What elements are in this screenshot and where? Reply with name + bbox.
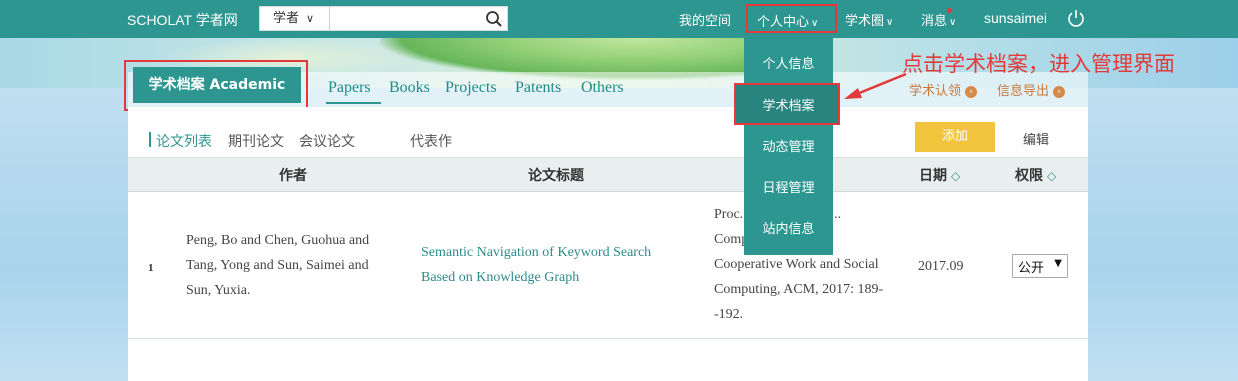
power-icon[interactable] <box>1066 8 1086 28</box>
tab-patents[interactable]: Patents <box>515 79 561 97</box>
search-box: 学者 ∨ <box>259 6 508 31</box>
annotation-text: 点击学术档案，进入管理界面 <box>902 52 1175 76</box>
subtab-indicator <box>149 132 151 147</box>
export-link[interactable]: 信息导出 › <box>997 80 1066 99</box>
tab-papers[interactable]: Papers <box>328 79 371 97</box>
column-header-permission-label: 权限 <box>1015 168 1043 184</box>
column-header-title: 论文标题 <box>528 168 584 184</box>
personal-center-dropdown: 个人信息 动态管理 日程管理 站内信息 <box>744 38 833 255</box>
sort-icon[interactable]: ◇ <box>1047 169 1056 183</box>
nav-my-space[interactable]: 我的空间 <box>679 10 731 29</box>
menu-item-personal-info[interactable]: 个人信息 <box>744 53 833 72</box>
add-button[interactable]: 添加 <box>915 122 995 152</box>
search-input[interactable] <box>331 7 481 30</box>
notification-dot <box>947 8 952 13</box>
tab-projects[interactable]: Projects <box>445 79 497 97</box>
sort-icon[interactable]: ◇ <box>951 169 960 183</box>
subtab-representative[interactable]: 代表作 <box>410 131 452 151</box>
row-date: 2017.09 <box>918 259 964 274</box>
chevron-down-icon: ∨ <box>811 18 819 29</box>
menu-item-schedule-management[interactable]: 日程管理 <box>744 177 833 196</box>
column-header-permission[interactable]: 权限 ◇ <box>1015 165 1056 185</box>
menu-item-academic-archive[interactable]: 学术档案 <box>744 95 833 114</box>
permission-value: 公开 <box>1018 261 1045 276</box>
subtab-conference[interactable]: 会议论文 <box>299 131 355 151</box>
permission-select[interactable]: 公开 ▼ <box>1012 254 1068 278</box>
top-navigation-bar: SCHOLAT 学者网 学者 ∨ 我的空间 个人中心 ∨ 学术圈 ∨ 消息 ∨ sun… <box>0 0 1238 38</box>
column-header-author: 作者 <box>279 168 307 184</box>
search-type-select[interactable]: 学者 ∨ <box>260 7 330 30</box>
chevron-down-icon: ∨ <box>886 17 894 28</box>
annotation-arrow-icon <box>844 72 907 99</box>
column-header-date[interactable]: 日期 ◇ <box>919 165 960 185</box>
chevron-right-icon: › <box>1053 86 1066 98</box>
nav-personal-center[interactable]: 个人中心 ∨ <box>746 4 837 33</box>
edit-button[interactable]: 编辑 <box>1023 129 1049 148</box>
nav-messages-label: 消息 <box>921 14 948 29</box>
nav-personal-center-label: 个人中心 <box>757 15 810 30</box>
menu-item-site-messages[interactable]: 站内信息 <box>744 218 833 237</box>
search-type-label: 学者 <box>273 11 300 26</box>
menu-item-activity-management[interactable]: 动态管理 <box>744 136 833 155</box>
search-icon[interactable] <box>485 10 503 28</box>
row-paper-title-link[interactable]: Semantic Navigation of Keyword Search Ba… <box>421 240 681 290</box>
nav-academic-circle[interactable]: 学术圈 ∨ <box>845 10 893 29</box>
tab-others[interactable]: Others <box>581 79 624 97</box>
chevron-down-icon: ∨ <box>306 12 315 25</box>
nav-messages[interactable]: 消息 ∨ <box>921 10 956 29</box>
triangle-down-icon: ▼ <box>1054 258 1062 269</box>
nav-username[interactable]: sunsaimei <box>984 10 1047 26</box>
subtab-journal[interactable]: 期刊论文 <box>228 131 284 151</box>
subtab-paper-list[interactable]: 论文列表 <box>156 131 212 151</box>
tab-books[interactable]: Books <box>389 79 430 97</box>
row-authors: Peng, Bo and Chen, Guohua and Tang, Yong… <box>186 233 370 298</box>
export-label: 信息导出 <box>997 84 1050 99</box>
academic-claim-label: 学术认领 <box>909 84 962 99</box>
title-highlight-frame <box>124 60 308 111</box>
row-number: 1 <box>148 262 154 274</box>
nav-academic-circle-label: 学术圈 <box>845 14 885 29</box>
chevron-right-icon: › <box>965 86 978 98</box>
column-header-date-label: 日期 <box>919 168 947 184</box>
site-logo[interactable]: SCHOLAT 学者网 <box>127 10 238 30</box>
tab-active-underline <box>326 102 381 104</box>
chevron-down-icon: ∨ <box>949 17 957 28</box>
academic-claim-link[interactable]: 学术认领 › <box>909 80 978 99</box>
row-divider <box>128 338 1088 339</box>
